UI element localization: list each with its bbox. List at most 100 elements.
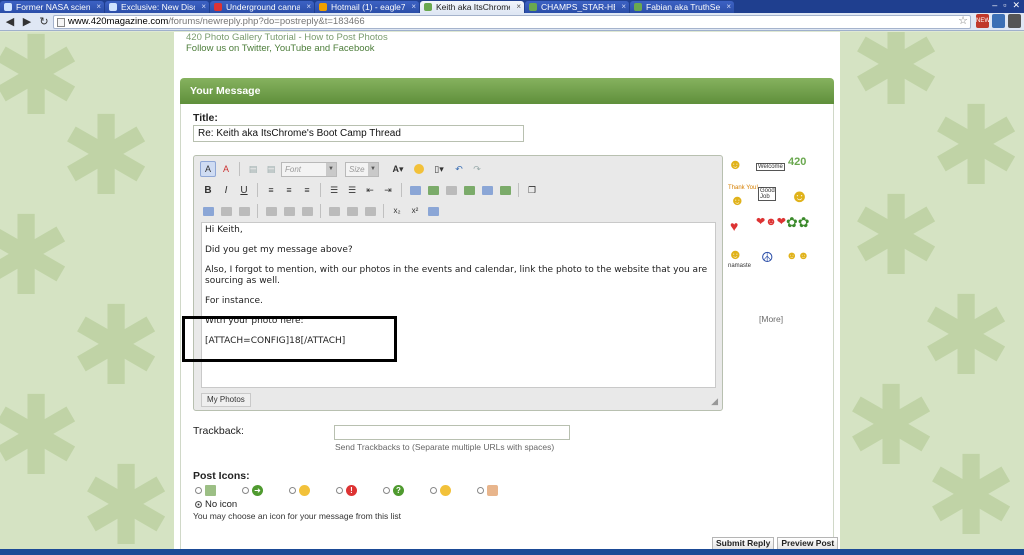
table-icon[interactable] bbox=[200, 203, 216, 219]
radio-button[interactable] bbox=[242, 487, 249, 494]
image-icon[interactable] bbox=[461, 182, 477, 198]
paste-text-icon[interactable]: ▤ bbox=[263, 161, 279, 177]
close-tab-icon[interactable]: × bbox=[306, 1, 311, 13]
video-icon[interactable] bbox=[497, 182, 513, 198]
subscript-icon[interactable]: x₂ bbox=[389, 203, 405, 219]
attachment-icon[interactable] bbox=[479, 182, 495, 198]
unordered-list-icon[interactable]: ☰ bbox=[344, 182, 360, 198]
browser-tab[interactable]: Fabian aka TruthSee × bbox=[630, 1, 734, 13]
align-right-icon[interactable]: ≡ bbox=[299, 182, 315, 198]
heart-smilie-icon[interactable]: ♥ bbox=[730, 219, 738, 233]
radio-button[interactable] bbox=[289, 487, 296, 494]
peace-smilie-icon[interactable]: ☮ bbox=[761, 250, 774, 264]
browser-tab[interactable]: Former NASA scienti × bbox=[0, 1, 104, 13]
leaf-smilie-icon[interactable]: ✿✿ bbox=[786, 215, 809, 229]
post-icon-option[interactable] bbox=[428, 485, 475, 499]
post-icon-option[interactable]: ➜ bbox=[240, 485, 287, 499]
double-smilie-icon[interactable]: ☻☻ bbox=[786, 251, 809, 262]
wrench-menu-icon[interactable] bbox=[1008, 14, 1021, 28]
post-icon-option[interactable]: ! bbox=[334, 485, 381, 499]
my-photos-tab[interactable]: My Photos bbox=[201, 393, 251, 407]
thank-you-smilie-icon[interactable]: Thank You! bbox=[728, 185, 758, 191]
link-icon[interactable] bbox=[407, 182, 423, 198]
title-input[interactable]: Re: Keith aka ItsChrome's Boot Camp Thre… bbox=[193, 125, 524, 142]
radio-button[interactable] bbox=[383, 487, 390, 494]
text-color-icon[interactable]: A▾ bbox=[387, 161, 409, 177]
radio-button[interactable] bbox=[195, 487, 202, 494]
bookmark-star-icon[interactable]: ☆ bbox=[958, 15, 968, 27]
undo-icon[interactable]: ↶ bbox=[451, 161, 467, 177]
radio-button[interactable] bbox=[477, 487, 484, 494]
italic-icon[interactable]: I bbox=[218, 182, 234, 198]
browser-tab[interactable]: Underground cannab × bbox=[210, 1, 314, 13]
bold-icon[interactable]: B bbox=[200, 182, 216, 198]
browser-tab[interactable]: CHAMPS_STAR-HEA × bbox=[525, 1, 629, 13]
close-tab-icon[interactable]: × bbox=[201, 1, 206, 13]
delete-row-icon[interactable] bbox=[281, 203, 297, 219]
brand-smilie-icon[interactable]: 420 bbox=[788, 157, 806, 168]
delete-col-icon[interactable] bbox=[344, 203, 360, 219]
remove-format-icon[interactable]: A bbox=[218, 161, 234, 177]
smilie-icon[interactable] bbox=[411, 161, 427, 177]
restore-icon[interactable]: ▫ bbox=[1003, 0, 1006, 10]
resize-grip-icon[interactable]: ◢ bbox=[711, 396, 718, 407]
back-arrow-icon[interactable]: ◀ bbox=[3, 15, 17, 29]
browser-tab[interactable]: Exclusive: New Disco × bbox=[105, 1, 209, 13]
forward-arrow-icon[interactable]: ▶ bbox=[20, 15, 34, 29]
post-icon-option[interactable] bbox=[475, 485, 522, 499]
wysiwyg-mode-icon[interactable]: A bbox=[200, 161, 216, 177]
big-grin-smilie-icon[interactable]: ☻ bbox=[790, 187, 809, 205]
post-icon-option[interactable]: ? bbox=[381, 485, 428, 499]
size-select[interactable]: Size ▼ bbox=[345, 161, 379, 177]
radio-button[interactable] bbox=[430, 487, 437, 494]
no-icon-option[interactable]: No icon bbox=[195, 499, 237, 510]
horizontal-rule-icon[interactable] bbox=[425, 203, 441, 219]
indent-icon[interactable]: ⇥ bbox=[380, 182, 396, 198]
underline-icon[interactable]: U bbox=[236, 182, 252, 198]
reload-icon[interactable]: ↻ bbox=[37, 15, 51, 29]
ordered-list-icon[interactable]: ☰ bbox=[326, 182, 342, 198]
quote-icon[interactable]: ❐ bbox=[524, 182, 540, 198]
minimize-icon[interactable]: – bbox=[992, 0, 997, 10]
align-center-icon[interactable]: ≡ bbox=[281, 182, 297, 198]
superscript-icon[interactable]: x² bbox=[407, 203, 423, 219]
browser-tab-active[interactable]: Keith aka ItsChrome × bbox=[420, 1, 524, 13]
merge-cells-icon[interactable] bbox=[299, 203, 315, 219]
close-tab-icon[interactable]: × bbox=[726, 1, 731, 13]
redo-icon[interactable]: ↷ bbox=[469, 161, 485, 177]
hearts-smilie-icon[interactable]: ❤☻❤ bbox=[756, 217, 786, 228]
trackback-input[interactable] bbox=[334, 425, 570, 440]
insert-row-icon[interactable] bbox=[263, 203, 279, 219]
radio-button-selected[interactable] bbox=[195, 501, 202, 508]
split-cell-icon[interactable] bbox=[362, 203, 378, 219]
email-link-icon[interactable] bbox=[425, 182, 441, 198]
table-row-icon[interactable] bbox=[218, 203, 234, 219]
close-window-icon[interactable]: ✕ bbox=[1012, 0, 1020, 10]
paste-icon[interactable]: ▤ bbox=[245, 161, 261, 177]
unlink-icon[interactable] bbox=[443, 182, 459, 198]
message-textarea[interactable]: Hi Keith, Did you get my message above? … bbox=[201, 222, 716, 388]
close-tab-icon[interactable]: × bbox=[411, 1, 416, 13]
insert-col-icon[interactable] bbox=[326, 203, 342, 219]
snippet-icon[interactable]: ▯▾ bbox=[429, 161, 449, 177]
smilies-more-link[interactable]: [More] bbox=[759, 314, 783, 324]
outdent-icon[interactable]: ⇤ bbox=[362, 182, 378, 198]
talk-smilie-icon[interactable]: ☻ bbox=[728, 157, 743, 171]
close-tab-icon[interactable]: × bbox=[96, 1, 101, 13]
follow-us-link[interactable]: Follow us on Twitter, YouTube and Facebo… bbox=[186, 43, 388, 54]
namaste-smilie-icon[interactable]: ☻ bbox=[728, 247, 743, 261]
align-left-icon[interactable]: ≡ bbox=[263, 182, 279, 198]
radio-button[interactable] bbox=[336, 487, 343, 494]
good-job-smilie-icon[interactable]: Good Job bbox=[758, 187, 776, 201]
photo-gallery-tutorial-link[interactable]: 420 Photo Gallery Tutorial - How to Post… bbox=[186, 32, 388, 43]
table-col-icon[interactable] bbox=[236, 203, 252, 219]
new-badge-icon[interactable]: NEW bbox=[976, 14, 990, 28]
font-select[interactable]: Font ▼ bbox=[281, 161, 337, 177]
welcome-smilie-icon[interactable]: Welcome bbox=[756, 163, 785, 171]
chat-icon[interactable] bbox=[992, 14, 1005, 28]
post-icon-option[interactable] bbox=[193, 485, 240, 499]
post-icon-option[interactable] bbox=[287, 485, 334, 499]
address-bar[interactable]: www.420magazine.com/forums/newreply.php?… bbox=[53, 15, 971, 29]
close-tab-icon[interactable]: × bbox=[621, 1, 626, 13]
close-tab-icon[interactable]: × bbox=[516, 1, 521, 13]
